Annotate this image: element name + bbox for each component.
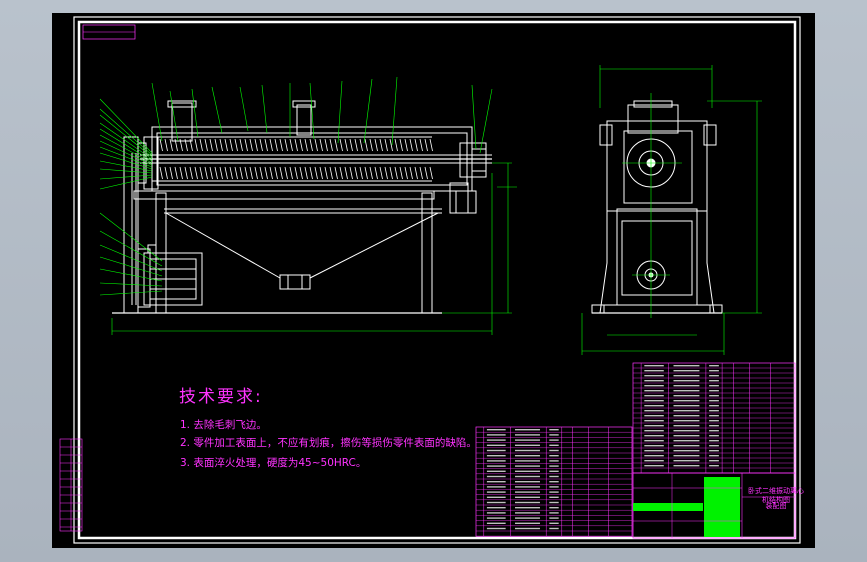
assembly-drawing[interactable]	[52, 13, 815, 548]
tech-requirement-3: 3. 表面淬火处理，硬度为45~50HRC。	[180, 457, 367, 469]
side-view	[591, 100, 723, 314]
parts-list-right	[632, 362, 796, 474]
front-view-dimensions	[111, 162, 517, 335]
front-view	[112, 100, 492, 314]
drawing-number: 装配图	[765, 502, 787, 510]
tech-requirement-2: 2. 零件加工表面上，不应有划痕，擦伤等损伤零件表面的缺陷。	[180, 437, 477, 449]
tech-requirement-1: 1. 去除毛刺飞边。	[180, 419, 267, 431]
side-view-centerlines	[581, 65, 762, 355]
parts-list-left	[475, 426, 633, 537]
tech-requirements-title: 技术要求:	[179, 387, 263, 407]
front-view-leaders	[99, 76, 493, 296]
cad-viewport[interactable]: 技术要求: 1. 去除毛刺飞边。 2. 零件加工表面上，不应有划痕，擦伤等损伤零…	[52, 13, 815, 548]
